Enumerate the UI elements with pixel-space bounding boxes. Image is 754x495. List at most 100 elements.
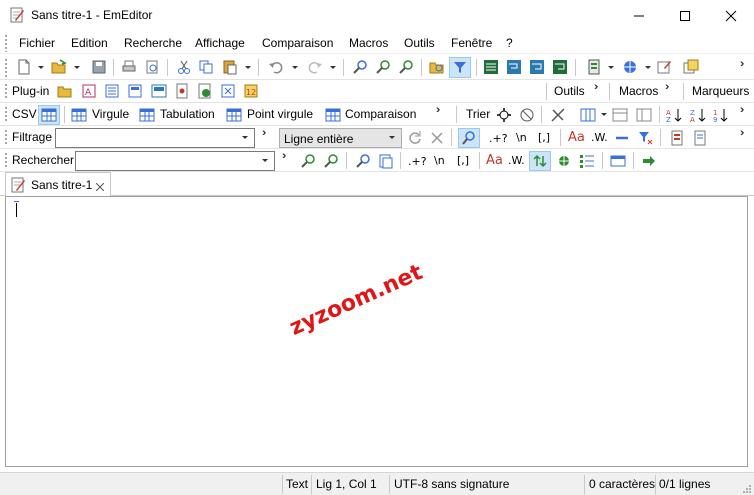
go-arrow-icon[interactable] [641,153,657,169]
outline-plugin-icon[interactable] [104,83,120,99]
status-cursor-position[interactable]: Lig 1, Col 1 [316,477,377,491]
menu-macros[interactable]: Macros [349,36,388,50]
status-encoding[interactable]: UTF-8 sans signature [394,477,509,491]
search-bar-window-icon[interactable] [610,153,626,169]
filter-clear-icon[interactable] [638,130,654,146]
filter-mode-select[interactable]: Ligne entière [279,128,402,148]
minimize-button[interactable] [616,0,662,31]
new-file-dropdown-icon[interactable] [38,66,44,69]
menu-outils[interactable]: Outils [404,36,435,50]
wrap-by-window-icon[interactable] [529,59,545,75]
maximize-button[interactable] [662,0,708,31]
outils-toolbar-label[interactable]: Outils [554,84,585,98]
search-previous-icon[interactable] [300,153,316,169]
incremental-search-icon[interactable] [556,153,572,169]
word-wrap-none-icon[interactable] [483,59,499,75]
extract-icon[interactable] [692,130,708,146]
wrap-by-chars-icon[interactable] [506,59,522,75]
copy-icon[interactable] [198,59,214,75]
encoding-icon[interactable] [622,59,638,75]
sort-plugin-icon[interactable]: 12 [243,83,259,99]
csv-grid-icon[interactable] [41,107,57,123]
clear-filter-icon[interactable] [429,130,445,146]
menu-fenetre[interactable]: Fenêtre [451,36,492,50]
filter-whole-word-toggle[interactable]: .W. [591,131,608,144]
customize-icon[interactable] [656,59,672,75]
menu-fichier[interactable]: Fichier [19,36,55,50]
filter-brackets-toggle[interactable]: [,] [538,131,550,144]
find-in-files-icon[interactable] [429,59,445,75]
paste-icon[interactable] [222,59,238,75]
macros-toolbar-label[interactable]: Macros [619,84,658,98]
search-list-icon[interactable] [579,153,595,169]
filter-icon[interactable] [452,59,468,75]
columns-layout-icon[interactable] [580,107,596,123]
csv-tabulation-button[interactable]: Tabulation [160,107,215,121]
csv-comparaison-button[interactable]: Comparaison [345,107,416,121]
toolbar-grip[interactable] [4,106,8,123]
search-in-files-icon[interactable] [378,153,394,169]
advanced-filter-search-icon[interactable] [461,130,477,146]
filter-mode-dropdown-icon[interactable] [389,136,395,139]
filter-regex-toggle[interactable]: .+? [489,132,508,145]
search-regex-toggle[interactable]: .+? [408,155,427,168]
cut-icon[interactable] [176,59,192,75]
redo-icon[interactable] [307,59,323,75]
html-bar-plugin-icon[interactable] [220,83,236,99]
macros-overflow-chevron-icon[interactable]: ›› [665,81,670,93]
snippets-plugin-icon[interactable] [151,83,167,99]
window-list-icon[interactable] [683,59,699,75]
filter-match-case-toggle[interactable]: Aa [568,130,585,145]
tab-sans-titre-1[interactable]: Sans titre-1 [5,172,111,197]
undo-icon[interactable] [268,59,284,75]
find-icon[interactable] [352,59,368,75]
menu-affichage[interactable]: Affichage [195,36,245,50]
redo-dropdown-icon[interactable] [330,66,336,69]
csv-virgule-button[interactable]: Virgule [92,107,129,121]
no-sort-icon[interactable] [519,107,535,123]
menu-comparaison[interactable]: Comparaison [262,36,333,50]
print-preview-icon[interactable] [144,59,160,75]
menu-help[interactable]: ? [506,36,513,50]
comparaison-grid-icon[interactable] [325,107,341,123]
virgule-grid-icon[interactable] [71,107,87,123]
undo-dropdown-icon[interactable] [292,66,298,69]
search-input[interactable] [75,151,275,171]
find-previous-icon[interactable] [398,59,414,75]
filter-input[interactable] [55,128,255,148]
csv-point-virgule-button[interactable]: Point virgule [247,107,313,121]
resize-grip-icon[interactable] [742,483,752,495]
encoding-dropdown-icon[interactable] [645,66,651,69]
sort-descending-icon[interactable]: ZA [690,107,706,123]
toolbar-grip[interactable] [4,129,8,146]
find-next-icon[interactable] [375,59,391,75]
filter-newline-toggle[interactable]: \n [516,131,527,144]
toolbar-grip[interactable] [4,58,8,77]
print-icon[interactable] [121,59,137,75]
search-newline-toggle[interactable]: \n [434,154,445,167]
filter-dropdown-icon[interactable] [242,136,248,139]
point-virgule-grid-icon[interactable] [226,107,242,123]
menu-edition[interactable]: Edition [71,36,108,50]
sort-ascending-icon[interactable]: AZ [666,107,682,123]
filter-overflow-chevron-icon[interactable]: ›› [262,127,267,139]
explorer-plugin-icon[interactable] [57,83,73,99]
move-cell-icon[interactable] [496,107,512,123]
filter-right-overflow-chevron-icon[interactable]: ›› [740,127,745,139]
freeze-rows-icon[interactable] [636,107,652,123]
columns-dropdown-icon[interactable] [601,113,607,116]
filter-negative-icon[interactable] [614,130,630,146]
tabulation-grid-icon[interactable] [139,107,155,123]
status-document-type[interactable]: Text [286,477,308,491]
paste-dropdown-icon[interactable] [245,66,251,69]
trier-button[interactable]: Trier [466,107,490,121]
search-brackets-toggle[interactable]: [,] [457,154,469,167]
search-next-icon[interactable] [323,153,339,169]
configuration-icon[interactable] [586,59,602,75]
refresh-filter-icon[interactable] [407,130,423,146]
search-whole-word-toggle[interactable]: .W. [508,154,525,167]
word-count-plugin-icon[interactable] [197,83,213,99]
save-icon[interactable] [91,59,107,75]
new-file-icon[interactable] [16,59,32,75]
configuration-dropdown-icon[interactable] [608,66,614,69]
